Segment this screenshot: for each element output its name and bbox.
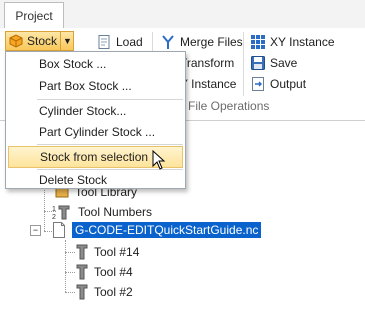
menu-item-part-box-stock[interactable]: Part Box Stock ... <box>8 75 183 97</box>
xy-instance-partial-label: Y Instance <box>180 77 237 91</box>
tree-connector <box>65 252 75 253</box>
merge-icon <box>162 35 174 49</box>
tool-icon <box>76 264 88 280</box>
tree-item-tool[interactable]: Tool #2 <box>76 284 133 300</box>
menu-item-label: Box Stock ... <box>39 57 107 71</box>
file-label: G-CODE-EDITQuickStartGuide.nc <box>72 222 262 238</box>
stock-button-label: Stock <box>27 34 58 48</box>
menu-item-cylinder-stock[interactable]: Cylinder Stock... <box>8 100 183 122</box>
tool-label: Tool #4 <box>94 265 133 279</box>
load-label: Load <box>116 35 143 49</box>
chevron-down-icon: ▼ <box>63 36 72 46</box>
document-icon <box>53 222 65 238</box>
menu-item-label: Part Box Stock ... <box>39 79 132 93</box>
merge-files-button[interactable]: Merge Files <box>160 34 243 50</box>
tool-label: Tool #2 <box>94 285 133 299</box>
save-label: Save <box>270 56 298 70</box>
mouse-cursor-icon <box>152 150 166 170</box>
xy-instance-label: XY Instance <box>270 35 335 49</box>
tool-icon <box>76 244 88 260</box>
menu-item-part-cylinder-stock[interactable]: Part Cylinder Stock ... <box>8 121 183 143</box>
transform-label: Transform <box>180 56 235 70</box>
tool-icon <box>76 284 88 300</box>
tree-item-file[interactable]: G-CODE-EDITQuickStartGuide.nc <box>52 222 262 238</box>
tree-item-tool[interactable]: Tool #4 <box>76 264 133 280</box>
tree-item-tool-numbers[interactable]: 1 2 Tool Numbers <box>52 204 152 220</box>
xy-instance-button[interactable]: XY Instance <box>250 34 335 50</box>
merge-files-label: Merge Files <box>180 35 243 49</box>
tree-connector <box>65 272 75 273</box>
load-icon <box>98 35 110 49</box>
svg-text:1: 1 <box>52 206 56 213</box>
tree-connector <box>65 240 66 292</box>
menu-item-box-stock[interactable]: Box Stock ... <box>8 53 183 75</box>
ribbon-group-label: File Operations <box>188 99 270 113</box>
tab-project-label: Project <box>15 8 53 23</box>
grid-icon <box>251 35 265 49</box>
ribbon-separator <box>243 32 244 96</box>
menu-item-label: Delete Stock <box>39 173 108 187</box>
menu-item-label: Cylinder Stock... <box>39 104 127 118</box>
tool-numbers-icon: 1 2 <box>52 205 70 220</box>
tab-project[interactable]: Project <box>4 2 64 28</box>
menu-item-label: Part Cylinder Stock ... <box>39 125 156 139</box>
output-icon <box>252 77 264 91</box>
tool-label: Tool #14 <box>94 245 140 259</box>
svg-text:2: 2 <box>52 214 56 220</box>
stock-dropdown-arrow[interactable]: ▼ <box>60 31 74 51</box>
collapse-toggle[interactable]: − <box>30 225 41 236</box>
save-button[interactable]: Save <box>250 55 297 71</box>
load-button[interactable]: Load <box>96 34 143 50</box>
menu-item-delete-stock[interactable]: Delete Stock <box>8 169 183 191</box>
tree-item-tool[interactable]: Tool #14 <box>76 244 139 260</box>
tree-connector <box>65 292 75 293</box>
tool-numbers-label: Tool Numbers <box>78 205 153 219</box>
menu-item-label: Stock from selection <box>40 150 149 164</box>
output-button[interactable]: Output <box>250 76 306 92</box>
menu-separator <box>37 144 183 145</box>
output-label: Output <box>270 77 307 91</box>
stock-box-icon <box>9 34 23 48</box>
minus-icon: − <box>32 225 39 235</box>
save-icon <box>251 56 265 70</box>
